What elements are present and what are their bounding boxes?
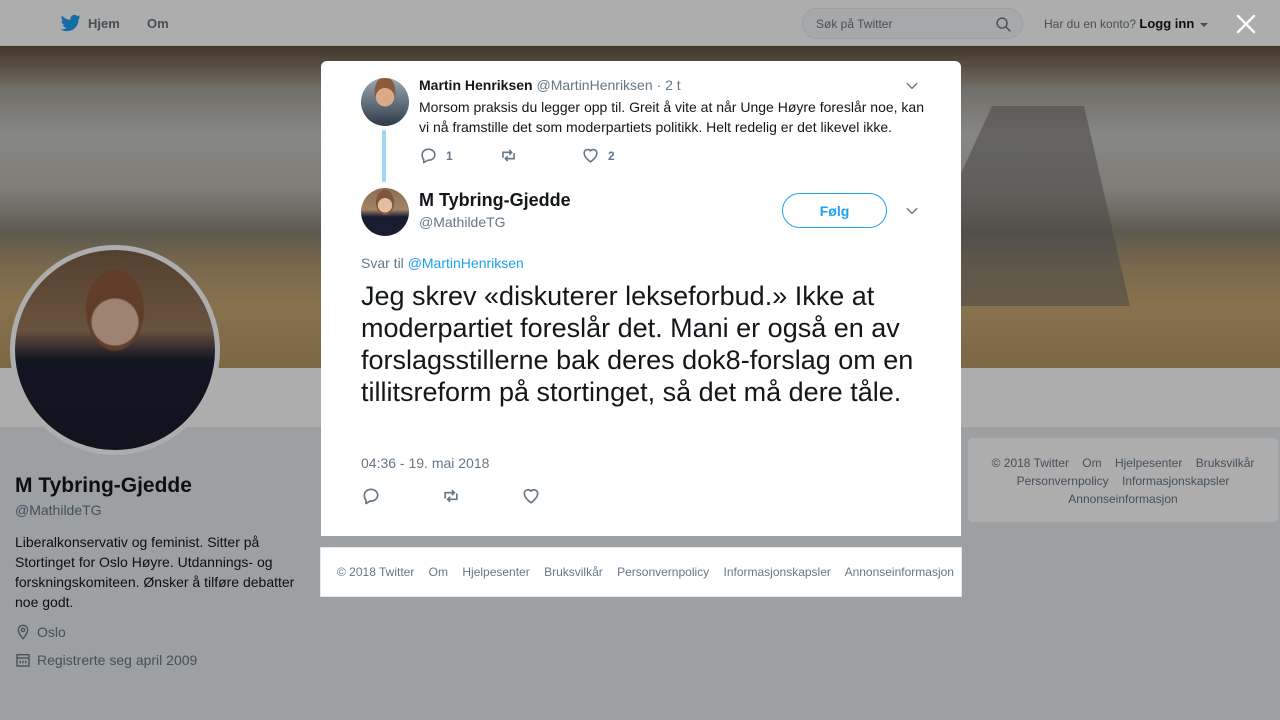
- footer-link[interactable]: Om: [429, 565, 448, 579]
- heart-icon: [583, 148, 598, 163]
- tweet-menu-button[interactable]: [905, 204, 919, 218]
- like-count: 2: [608, 148, 615, 163]
- footer-link[interactable]: Bruksvilkår: [544, 565, 603, 579]
- like-button[interactable]: [521, 486, 541, 506]
- reply-button[interactable]: 1: [419, 146, 499, 165]
- parent-tweet-header: Martin Henriksen @MartinHenriksen · 2 t: [419, 77, 681, 93]
- footer-link: © 2018 Twitter: [337, 565, 415, 579]
- parent-tweet-actions: 1 2: [419, 146, 615, 165]
- footer-link[interactable]: Annonseinformasjon: [845, 565, 954, 579]
- retweet-button[interactable]: [499, 146, 581, 165]
- parent-author-avatar[interactable]: [361, 78, 409, 126]
- parent-author-name[interactable]: Martin Henriksen: [419, 77, 533, 93]
- parent-tweet-menu-button[interactable]: [905, 79, 919, 93]
- heart-icon: [523, 488, 539, 504]
- conversation-thread-line: [382, 130, 386, 182]
- follow-button[interactable]: Følg: [782, 193, 887, 228]
- close-icon: [1236, 14, 1256, 34]
- tweet-timestamp[interactable]: 04:36 - 19. mai 2018: [361, 455, 489, 471]
- author-name[interactable]: M Tybring-Gjedde: [419, 190, 571, 211]
- retweet-icon: [444, 489, 458, 503]
- modal-footer: © 2018 Twitter Om Hjelpesenter Bruksvilk…: [320, 547, 962, 597]
- retweet-button[interactable]: [441, 486, 461, 506]
- footer-link[interactable]: Informasjonskapsler: [724, 565, 831, 579]
- footer-link[interactable]: Personvernpolicy: [617, 565, 709, 579]
- tweet-actions: [361, 486, 601, 506]
- reply-count: 1: [446, 148, 453, 163]
- parent-tweet-time[interactable]: · 2 t: [657, 77, 681, 93]
- chevron-down-icon: [906, 207, 918, 215]
- reply-context: Svar til @MartinHenriksen: [361, 255, 524, 271]
- parent-author-handle[interactable]: @MartinHenriksen: [536, 77, 652, 93]
- footer-link[interactable]: Hjelpesenter: [462, 565, 529, 579]
- retweet-icon: [502, 149, 515, 162]
- like-button[interactable]: 2: [581, 146, 615, 165]
- parent-tweet-text: Morsom praksis du legger opp til. Greit …: [419, 99, 924, 135]
- reply-icon: [363, 488, 379, 505]
- reply-button[interactable]: [361, 486, 381, 506]
- tweet-permalink-modal: Martin Henriksen @MartinHenriksen · 2 t …: [321, 61, 961, 536]
- reply-prefix: Svar til: [361, 255, 404, 271]
- tweet-text: Jeg skrev «diskuterer lekseforbud.» Ikke…: [361, 281, 914, 407]
- author-handle[interactable]: @MathildeTG: [419, 214, 506, 230]
- reply-to-link[interactable]: @MartinHenriksen: [408, 255, 524, 271]
- close-button[interactable]: [1234, 12, 1258, 36]
- reply-icon: [421, 148, 436, 164]
- author-avatar[interactable]: [361, 188, 409, 236]
- chevron-down-icon: [906, 82, 918, 90]
